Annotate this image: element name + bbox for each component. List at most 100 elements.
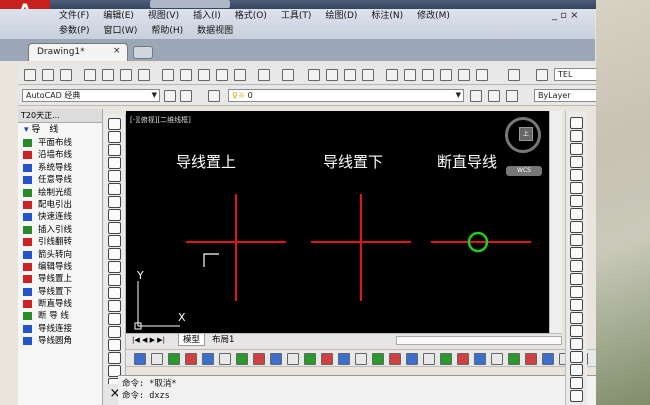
menu-help[interactable]: 帮助(H) — [144, 24, 190, 38]
modify-tool-icon[interactable] — [570, 208, 583, 220]
zoom-previous-icon[interactable] — [362, 69, 374, 81]
design-center-icon[interactable] — [404, 69, 416, 81]
electrical-tool-icon[interactable] — [219, 353, 231, 365]
modify-tool-icon[interactable] — [570, 325, 583, 337]
modify-tool-icon[interactable] — [570, 130, 583, 142]
zoom-window-icon[interactable] — [344, 69, 356, 81]
zoom-realtime-icon[interactable] — [326, 69, 338, 81]
pan-icon[interactable] — [308, 69, 320, 81]
menu-modify[interactable]: 修改(M) — [410, 9, 457, 23]
save-icon[interactable] — [60, 69, 72, 81]
modify-tool-icon[interactable] — [570, 247, 583, 259]
panel-item[interactable]: 任意导线 — [18, 174, 102, 186]
help-icon[interactable] — [508, 69, 520, 81]
3d-print-icon[interactable] — [138, 69, 150, 81]
electrical-tool-icon[interactable] — [304, 353, 316, 365]
panel-header[interactable]: T20天正... — [18, 109, 102, 123]
menu-file[interactable]: 文件(F) — [52, 9, 96, 23]
menu-draw[interactable]: 绘图(D) — [318, 9, 364, 23]
document-tab[interactable]: Drawing1* × — [28, 43, 128, 61]
draw-tool-icon[interactable] — [108, 235, 121, 247]
panel-item[interactable]: 插入引线 — [18, 224, 102, 236]
panel-item[interactable]: 导线连接 — [18, 323, 102, 335]
electrical-tool-icon[interactable] — [134, 353, 146, 365]
cut-icon[interactable] — [162, 69, 174, 81]
panel-item[interactable]: 编辑导线 — [18, 261, 102, 273]
draw-tool-icon[interactable] — [108, 170, 121, 182]
modify-tool-icon[interactable] — [570, 182, 583, 194]
block-editor-icon[interactable] — [234, 69, 246, 81]
copy-icon[interactable] — [180, 69, 192, 81]
modify-tool-icon[interactable] — [570, 390, 583, 402]
layer-previous-icon[interactable] — [488, 90, 500, 102]
draw-tool-icon[interactable] — [108, 339, 121, 351]
sheet-set-icon[interactable] — [440, 69, 452, 81]
horizontal-scrollbar[interactable] — [396, 336, 562, 345]
modify-tool-icon[interactable] — [570, 221, 583, 233]
close-tab-icon[interactable]: × — [113, 46, 121, 56]
tab-model[interactable]: 模型 — [178, 334, 206, 346]
text-style-combo[interactable]: TEL — [554, 68, 598, 81]
redo-icon[interactable] — [282, 69, 294, 81]
electrical-tool-icon[interactable] — [508, 353, 520, 365]
panel-item[interactable]: 箭头转向 — [18, 249, 102, 261]
menu-tools[interactable]: 工具(T) — [274, 9, 319, 23]
panel-item[interactable]: 导线置上 — [18, 273, 102, 285]
draw-tool-icon[interactable] — [108, 222, 121, 234]
draw-tool-icon[interactable] — [108, 157, 121, 169]
modify-tool-icon[interactable] — [570, 156, 583, 168]
modify-tool-icon[interactable] — [570, 299, 583, 311]
electrical-tool-icon[interactable] — [253, 353, 265, 365]
electrical-tool-icon[interactable] — [542, 353, 554, 365]
wcs-menu[interactable]: WCS — [506, 166, 542, 176]
layer-state-icon[interactable] — [506, 90, 518, 102]
draw-tool-icon[interactable] — [108, 274, 121, 286]
markup-icon[interactable] — [458, 69, 470, 81]
workspace-customize-icon[interactable] — [180, 90, 192, 102]
draw-tool-icon[interactable] — [108, 196, 121, 208]
modify-tool-icon[interactable] — [570, 351, 583, 363]
draw-tool-icon[interactable] — [108, 183, 121, 195]
viewcube-top-face[interactable]: 上 — [519, 127, 533, 141]
electrical-tool-icon[interactable] — [202, 353, 214, 365]
plot-preview-icon[interactable] — [102, 69, 114, 81]
panel-item[interactable]: 断 导 线 — [18, 310, 102, 322]
window-controls[interactable]: _ ▫ × — [552, 10, 579, 21]
workspace-select[interactable]: AutoCAD 经典 ▼ — [22, 89, 160, 102]
draw-tool-icon[interactable] — [108, 118, 121, 130]
electrical-tool-icon[interactable] — [491, 353, 503, 365]
modify-tool-icon[interactable] — [570, 195, 583, 207]
panel-item[interactable]: 导线置下 — [18, 286, 102, 298]
menu-view[interactable]: 视图(V) — [141, 9, 186, 23]
text-style-icon[interactable] — [536, 69, 548, 81]
layer-select[interactable]: ♀☼ 0 ▼ — [228, 89, 464, 102]
draw-tool-icon[interactable] — [108, 261, 121, 273]
panel-item[interactable]: 系统导线 — [18, 162, 102, 174]
draw-tool-icon[interactable] — [108, 300, 121, 312]
menu-parameters[interactable]: 参数(P) — [52, 24, 96, 38]
modify-tool-icon[interactable] — [570, 338, 583, 350]
panel-item[interactable]: 平面布线 — [18, 137, 102, 149]
draw-tool-icon[interactable] — [108, 248, 121, 260]
panel-item[interactable]: 配电引出 — [18, 199, 102, 211]
electrical-tool-icon[interactable] — [338, 353, 350, 365]
draw-tool-icon[interactable] — [108, 326, 121, 338]
electrical-tool-icon[interactable] — [389, 353, 401, 365]
electrical-tool-icon[interactable] — [474, 353, 486, 365]
menu-edit[interactable]: 编辑(E) — [96, 9, 141, 23]
tool-palettes-icon[interactable] — [422, 69, 434, 81]
modify-tool-icon[interactable] — [570, 286, 583, 298]
electrical-tool-icon[interactable] — [372, 353, 384, 365]
modify-tool-icon[interactable] — [570, 377, 583, 389]
paste-icon[interactable] — [198, 69, 210, 81]
menu-insert[interactable]: 插入(I) — [186, 9, 228, 23]
drawing-canvas[interactable]: [-][俯视][二维线框] 导线置上 导线置下 断直导线 上 WCS Y X — [126, 111, 549, 333]
electrical-tool-icon[interactable] — [406, 353, 418, 365]
panel-item[interactable]: 绘制光缆 — [18, 187, 102, 199]
panel-item[interactable]: 快速连线 — [18, 211, 102, 223]
electrical-tool-icon[interactable] — [423, 353, 435, 365]
electrical-tool-icon[interactable] — [440, 353, 452, 365]
section-wires[interactable]: ▾ 导 线 — [18, 123, 102, 137]
new-tab-button[interactable] — [133, 46, 153, 59]
electrical-tool-icon[interactable] — [321, 353, 333, 365]
